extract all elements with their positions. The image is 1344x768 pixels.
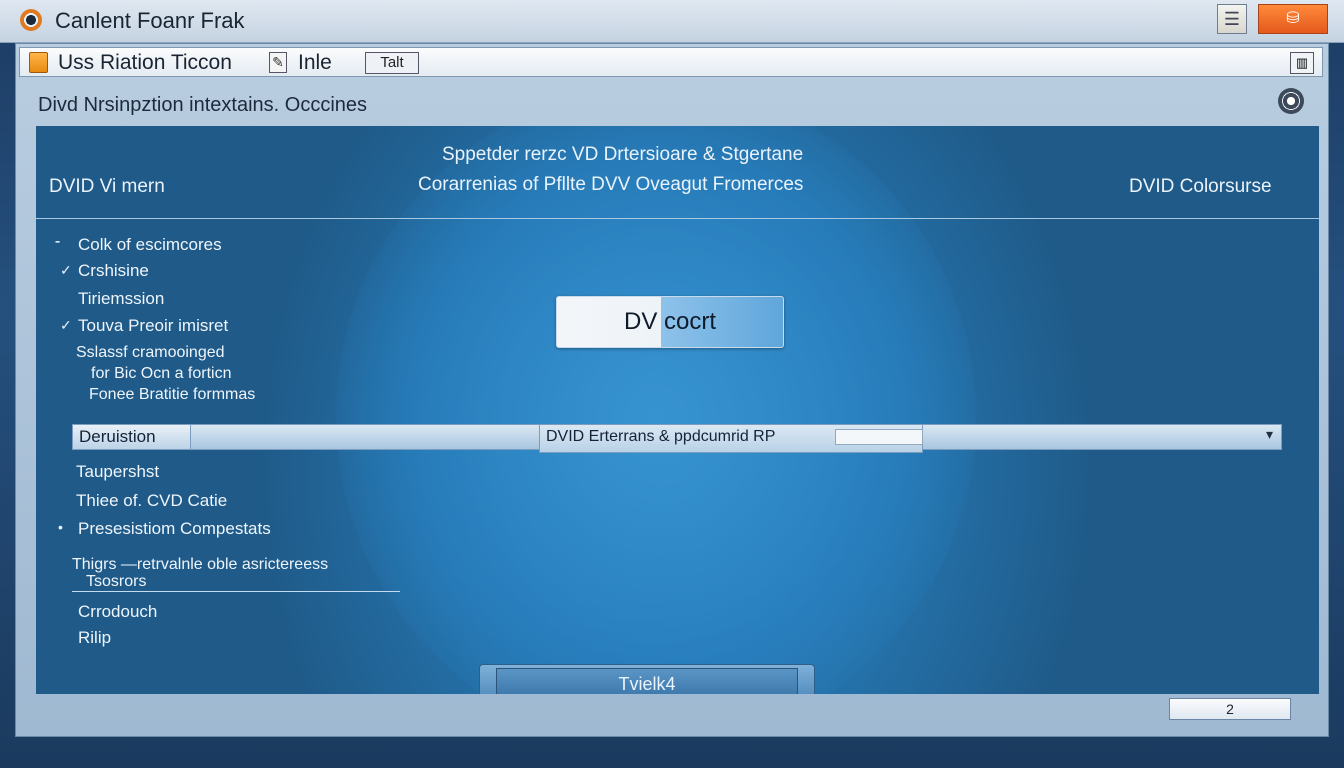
list-item[interactable]: Fonee Bratitie formmas xyxy=(89,386,255,404)
list-item[interactable]: Crrodouch xyxy=(78,602,157,622)
page-number-field[interactable]: 2 xyxy=(1169,698,1291,720)
list-item[interactable]: Thigrs —retrvalnle oble asrictereess xyxy=(72,556,328,574)
list-item[interactable]: Sslassf cramooinged xyxy=(76,344,225,362)
bottom-action-label: Tvielk4 xyxy=(496,668,798,694)
center-title-line1: Sppetder rerzc VD Drtersioare & Stgertan… xyxy=(442,144,804,165)
section-heading: Divd Nrsinpztion intextains. Occcines xyxy=(38,94,368,116)
list-bullet: • xyxy=(58,519,63,535)
left-title: DVID Vi mern xyxy=(49,176,165,197)
list-item[interactable]: Touva Preoir imisret xyxy=(78,316,228,336)
toolbar: Uss Riation Ticcon ✎ Inle Talt ▥ xyxy=(19,47,1323,77)
toolbar-menu-item[interactable]: Uss Riation Ticcon xyxy=(58,51,232,75)
center-title-line2: Corarrenias of Pfllte DVV Oveagut Fromer… xyxy=(418,174,804,195)
panel-toggle-icon[interactable]: ▥ xyxy=(1290,52,1314,74)
content-panel: DVID Vi mern Sppetder rerzc VD Drtersioa… xyxy=(36,126,1319,694)
main-window: Uss Riation Ticcon ✎ Inle Talt ▥ Divd Nr… xyxy=(15,43,1329,737)
dropdown-input-slot[interactable] xyxy=(835,429,923,445)
list-item[interactable]: Crshisine xyxy=(78,261,149,281)
list-item[interactable]: Taupershst xyxy=(76,462,159,482)
list-item[interactable]: Tiriemssion xyxy=(78,289,164,309)
background-glow xyxy=(336,126,976,694)
toolbar-tab[interactable]: Talt xyxy=(365,52,419,74)
folder-icon[interactable] xyxy=(29,52,48,73)
chevron-down-icon[interactable]: ▾ xyxy=(1266,426,1273,443)
check-icon: ✓ xyxy=(60,317,72,333)
list-item[interactable]: Presesistiom Compestats xyxy=(78,519,271,539)
edit-icon[interactable]: ✎ xyxy=(269,52,287,73)
list-item[interactable]: Thiee of. CVD Catie xyxy=(76,491,227,511)
list-divider xyxy=(72,591,400,592)
list-bullet: ⁃ xyxy=(54,234,61,250)
check-icon: ✓ xyxy=(60,262,72,278)
list-item[interactable]: Colk of escimcores xyxy=(78,235,222,255)
list-item[interactable]: Rilip xyxy=(78,628,111,648)
format-dropdown[interactable]: Deruistion DVID Erterrans & ppdcumrid RP… xyxy=(72,424,1282,453)
close-button[interactable]: ⛁ xyxy=(1258,4,1328,34)
app-disc-icon xyxy=(20,9,42,31)
right-title: DVID Colorsurse xyxy=(1129,176,1272,197)
document-icon[interactable]: ☰ xyxy=(1217,4,1247,34)
dropdown-label: Deruistion xyxy=(73,425,191,449)
list-item[interactable]: for Bic Ocn a forticn xyxy=(91,365,232,383)
header-divider xyxy=(36,218,1319,219)
bottom-action-button[interactable]: Tvielk4 xyxy=(479,664,815,694)
gear-icon[interactable] xyxy=(1278,88,1304,114)
title-bar: Canlent Foanr Frak ☰ ⛁ xyxy=(0,0,1344,43)
window-title: Canlent Foanr Frak xyxy=(55,8,245,33)
list-item[interactable]: Tsosrors xyxy=(86,573,146,591)
toolbar-inle-item[interactable]: Inle xyxy=(298,51,332,75)
dvd-convert-button[interactable]: DV cocrt xyxy=(556,296,784,348)
